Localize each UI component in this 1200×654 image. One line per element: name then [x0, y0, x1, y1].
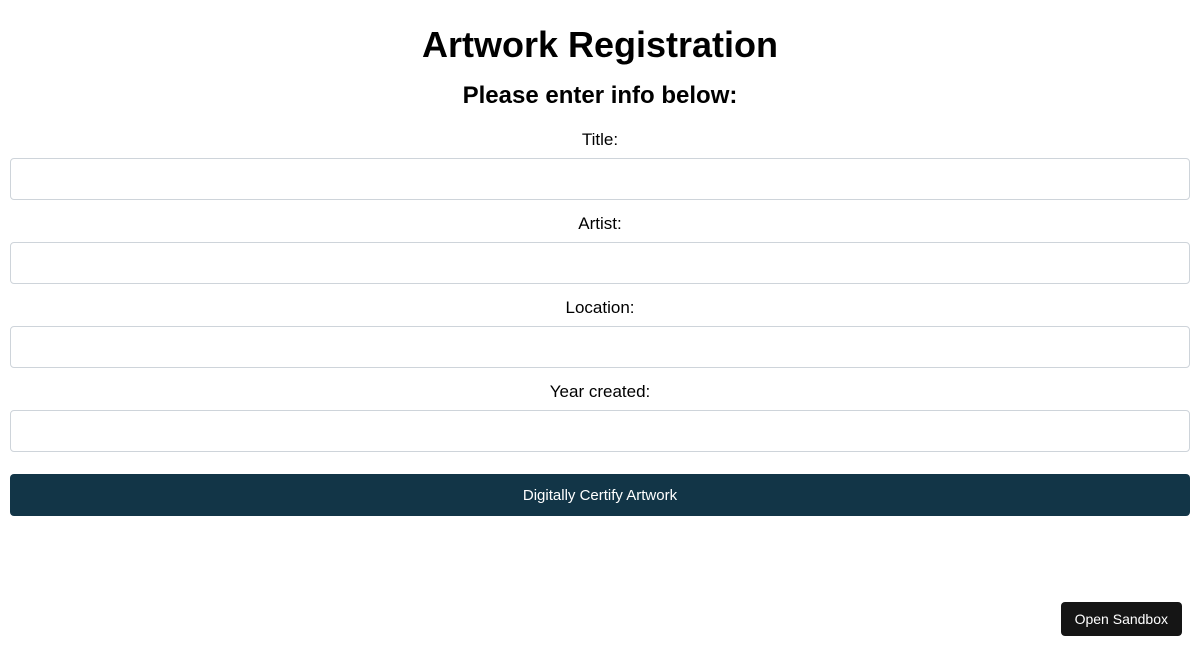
artist-input[interactable] — [10, 242, 1190, 284]
year-label: Year created: — [10, 382, 1190, 402]
page-title: Artwork Registration — [0, 24, 1200, 66]
field-group-title: Title: — [10, 130, 1190, 200]
artist-label: Artist: — [10, 214, 1190, 234]
field-group-artist: Artist: — [10, 214, 1190, 284]
open-sandbox-button[interactable]: Open Sandbox — [1061, 602, 1182, 636]
title-input[interactable] — [10, 158, 1190, 200]
location-input[interactable] — [10, 326, 1190, 368]
page-subtitle: Please enter info below: — [0, 82, 1200, 110]
certify-button[interactable]: Digitally Certify Artwork — [10, 474, 1190, 516]
field-group-year: Year created: — [10, 382, 1190, 452]
year-input[interactable] — [10, 410, 1190, 452]
title-label: Title: — [10, 130, 1190, 150]
location-label: Location: — [10, 298, 1190, 318]
field-group-location: Location: — [10, 298, 1190, 368]
registration-form: Title: Artist: Location: Year created: D… — [0, 130, 1200, 516]
